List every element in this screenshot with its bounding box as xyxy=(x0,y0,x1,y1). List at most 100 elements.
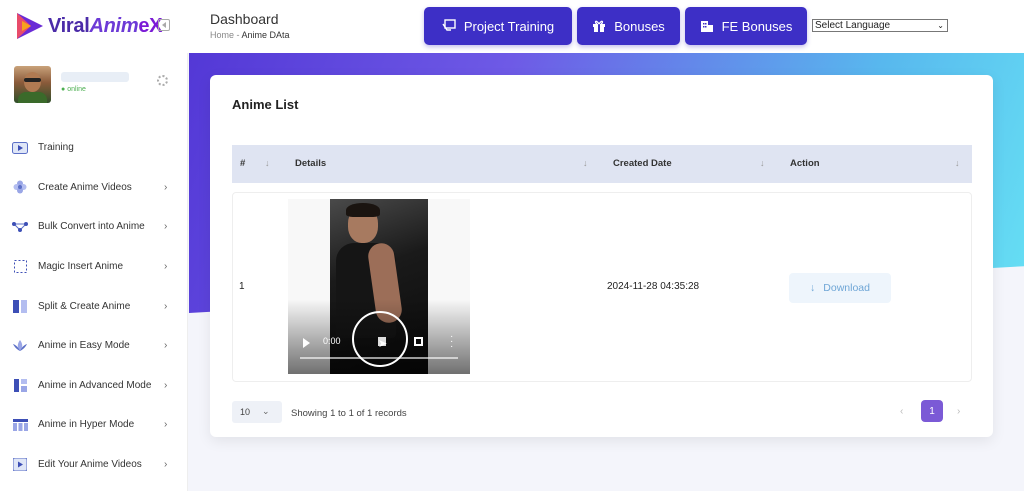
brand-logo[interactable]: ViralAnimeX xyxy=(14,10,162,42)
gear-icon[interactable] xyxy=(157,75,168,86)
bonuses-label: Bonuses xyxy=(614,18,665,34)
brand-part-2: Anim xyxy=(89,14,139,37)
download-label: Download xyxy=(823,282,870,294)
sidebar-item-bulk-convert[interactable]: Bulk Convert into Anime › xyxy=(0,207,188,247)
column-header-index[interactable]: # xyxy=(240,158,245,169)
sidebar-nav: Training Create Anime Videos › Bulk Conv… xyxy=(0,128,188,484)
sidebar-item-hyper-mode[interactable]: Anime in Hyper Mode › xyxy=(0,405,188,445)
avatar-glasses xyxy=(24,78,41,82)
video-icon xyxy=(12,141,28,154)
dotted-square-icon xyxy=(12,260,28,274)
sort-icon[interactable]: ↓ xyxy=(955,158,960,168)
avatar[interactable] xyxy=(14,66,51,103)
download-arrow-icon: ↓ xyxy=(810,282,816,294)
column-header-action[interactable]: Action xyxy=(790,158,820,169)
edit-video-icon xyxy=(12,458,28,472)
sidebar-item-label: Anime in Hyper Mode xyxy=(38,419,135,431)
sidebar-item-create-anime-videos[interactable]: Create Anime Videos › xyxy=(0,168,188,208)
layout-icon xyxy=(12,378,28,392)
language-select[interactable]: Select Language ⌄ xyxy=(812,19,948,32)
sidebar-item-label: Split & Create Anime xyxy=(38,300,131,312)
building-icon xyxy=(700,21,713,32)
breadcrumb: Home - Anime DAta xyxy=(210,30,290,40)
video-subject-hair xyxy=(346,203,380,217)
table-row: 1 0:00 · · · ➤ 2024-11-28 04:35:28 ↓ Dow… xyxy=(232,192,972,382)
column-header-details[interactable]: Details xyxy=(295,158,326,169)
flower-icon xyxy=(12,180,28,194)
language-select-value: Select Language xyxy=(815,20,891,31)
projector-icon xyxy=(442,19,456,31)
sidebar-item-label: Anime in Easy Mode xyxy=(38,340,130,352)
page-title: Dashboard xyxy=(210,11,279,27)
breadcrumb-separator: - xyxy=(236,30,240,40)
fullscreen-icon[interactable] xyxy=(414,337,423,346)
sidebar-item-label: Training xyxy=(38,142,74,154)
user-status-text: online xyxy=(67,86,86,93)
chevron-right-icon[interactable]: › xyxy=(957,406,960,417)
per-page-value: 10 xyxy=(240,407,251,417)
column-header-created-date[interactable]: Created Date xyxy=(613,158,672,169)
video-time: 0:00 xyxy=(323,336,341,346)
chevron-right-icon: › xyxy=(164,300,168,312)
fe-bonuses-label: FE Bonuses xyxy=(721,18,793,34)
fe-bonuses-button[interactable]: FE Bonuses xyxy=(685,7,807,45)
project-training-label: Project Training xyxy=(463,18,555,34)
sidebar-item-label: Edit Your Anime Videos xyxy=(38,459,142,471)
download-button[interactable]: ↓ Download xyxy=(789,273,891,303)
table-header: # ↓ Details ↓ Created Date ↓ Action ↓ xyxy=(232,145,972,183)
play-icon[interactable] xyxy=(303,338,310,348)
sidebar-item-easy-mode[interactable]: Anime in Easy Mode › xyxy=(0,326,188,366)
chevron-right-icon: › xyxy=(164,261,168,273)
breadcrumb-home[interactable]: Home xyxy=(210,30,234,40)
project-training-button[interactable]: Project Training xyxy=(424,7,572,45)
chevron-down-icon: ⌄ xyxy=(262,406,270,416)
row-index: 1 xyxy=(239,281,245,292)
bonuses-button[interactable]: Bonuses xyxy=(577,7,680,45)
sidebar-item-edit-videos[interactable]: Edit Your Anime Videos › xyxy=(0,445,188,485)
brand-name: ViralAnimeX xyxy=(48,15,162,38)
brand-part-1: Viral xyxy=(48,14,90,37)
sidebar-item-label: Anime in Advanced Mode xyxy=(38,379,152,391)
chevron-right-icon: › xyxy=(164,181,168,193)
avatar-face xyxy=(24,72,41,92)
user-status: ● online xyxy=(61,86,86,93)
sidebar-item-magic-insert[interactable]: Magic Insert Anime › xyxy=(0,247,188,287)
sidebar-item-advanced-mode[interactable]: Anime in Advanced Mode › xyxy=(0,366,188,406)
video-player[interactable]: 0:00 · · · ➤ xyxy=(288,199,470,374)
avatar-shirt xyxy=(18,92,47,103)
chevron-down-icon: ⌄ xyxy=(937,21,944,30)
sidebar: ● online Training Create Anime Videos › … xyxy=(0,53,188,491)
chevron-right-icon: › xyxy=(164,419,168,431)
sort-icon[interactable]: ↓ xyxy=(583,158,588,168)
sidebar-item-label: Bulk Convert into Anime xyxy=(38,221,145,233)
sort-icon[interactable]: ↓ xyxy=(265,158,270,168)
card-title: Anime List xyxy=(232,97,299,112)
created-date: 2024-11-28 04:35:28 xyxy=(607,281,700,292)
pagination-page-current[interactable]: 1 xyxy=(921,400,943,422)
top-bar: ViralAnimeX Dashboard Home - Anime DAta … xyxy=(0,0,1024,53)
breadcrumb-current: Anime DAta xyxy=(241,30,290,40)
more-options-icon[interactable]: · · · xyxy=(450,332,453,352)
chevron-right-icon: › xyxy=(164,379,168,391)
user-name-redacted xyxy=(61,72,129,82)
sidebar-item-split-create[interactable]: Split & Create Anime › xyxy=(0,286,188,326)
anime-list-card: Anime List # ↓ Details ↓ Created Date ↓ … xyxy=(210,75,993,437)
sidebar-item-label: Magic Insert Anime xyxy=(38,261,124,273)
sidebar-item-training[interactable]: Training xyxy=(0,128,188,168)
split-icon xyxy=(12,299,28,313)
mouse-cursor-icon: ➤ xyxy=(378,338,388,350)
chevron-right-icon: › xyxy=(164,221,168,233)
per-page-select[interactable]: 10 ⌄ xyxy=(232,401,282,423)
nodes-icon xyxy=(12,220,28,233)
chevron-left-icon[interactable]: ‹ xyxy=(900,406,903,417)
sort-icon[interactable]: ↓ xyxy=(760,158,765,168)
chevron-right-icon: › xyxy=(164,340,168,352)
sidebar-collapse-icon[interactable] xyxy=(158,19,170,31)
gift-icon xyxy=(593,20,606,32)
chevron-right-icon: › xyxy=(164,459,168,471)
sidebar-item-label: Create Anime Videos xyxy=(38,181,132,193)
records-summary: Showing 1 to 1 of 1 records xyxy=(291,408,407,419)
grid-icon xyxy=(12,418,28,431)
lotus-icon xyxy=(12,339,28,352)
play-logo-icon xyxy=(17,13,43,39)
